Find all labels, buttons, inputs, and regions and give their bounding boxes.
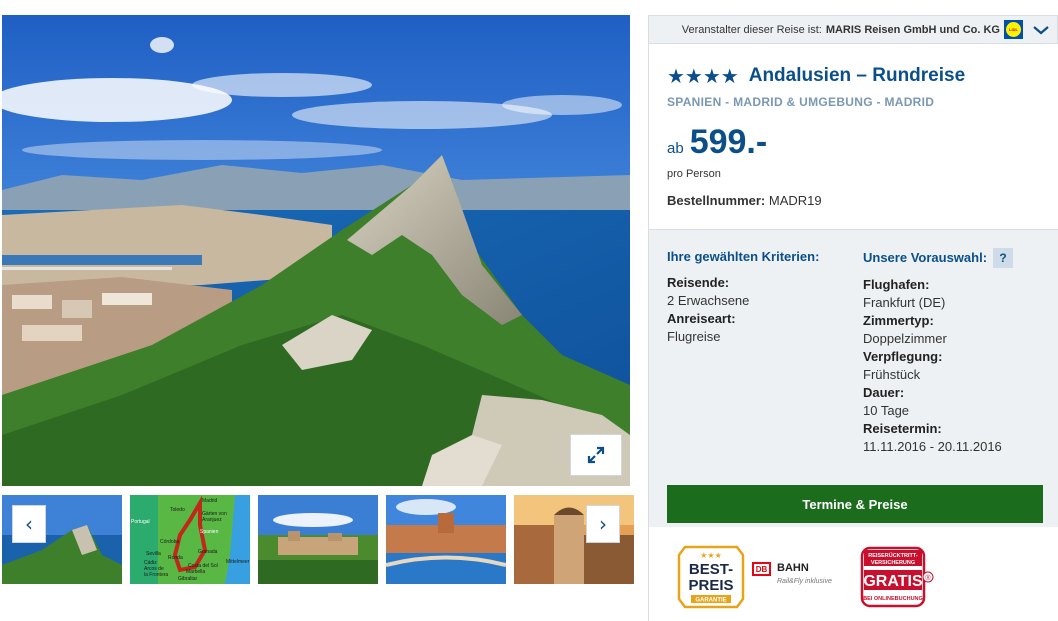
dates-prices-button[interactable]: Termine & Preise bbox=[667, 485, 1043, 523]
selected-criteria: Ihre gewählten Kriterien: Reisende: 2 Er… bbox=[667, 248, 819, 346]
chevron-down-icon[interactable] bbox=[1033, 25, 1049, 35]
chevron-right-icon: › bbox=[599, 512, 607, 536]
selected-criteria-title: Ihre gewählten Kriterien: bbox=[667, 249, 820, 264]
lidl-logo: LiDL bbox=[1004, 20, 1023, 39]
map-label: Córdoba bbox=[160, 539, 179, 545]
help-button[interactable]: ? bbox=[993, 248, 1014, 268]
trust-badges: ★★★ BEST- PREIS GARANTIE DB BAHN Rail&Fl… bbox=[649, 542, 1058, 612]
map-label: Mittelmeer bbox=[226, 559, 250, 565]
price-unit: pro Person bbox=[667, 168, 721, 180]
offer-panel: Veranstalter dieser Reise ist: MARIS Rei… bbox=[648, 15, 1058, 621]
preselection-label: Zimmertyp: bbox=[863, 313, 934, 328]
offer-location: SPANIEN - MADRID & UMGEBUNG - MADRID bbox=[667, 95, 935, 109]
expand-icon bbox=[587, 446, 605, 464]
svg-text:BEI ONLINEBUCHUNG: BEI ONLINEBUCHUNG bbox=[863, 596, 923, 602]
map-label: la Frontera bbox=[144, 572, 168, 578]
map-label: Ronda bbox=[168, 555, 183, 561]
chevron-left-icon: ‹ bbox=[25, 512, 33, 536]
thumbnail-route-map[interactable]: Madrid Toledo Gärten von Aranjuez Portug… bbox=[130, 495, 250, 584]
organizer-bar[interactable]: Veranstalter dieser Reise ist: MARIS Rei… bbox=[649, 15, 1058, 44]
criteria-box: Ihre gewählten Kriterien: Reisende: 2 Er… bbox=[649, 229, 1058, 527]
svg-text:GRATIS: GRATIS bbox=[863, 573, 923, 590]
best-price-badge: ★★★ BEST- PREIS GARANTIE bbox=[677, 545, 745, 609]
free-insurance-badge: REISERÜCKTRITT- VERSICHERUNG GRATIS BEI … bbox=[860, 546, 934, 608]
main-photo[interactable] bbox=[2, 15, 630, 486]
preselection-label: Reisetermin: bbox=[863, 421, 942, 436]
order-number-label: Bestellnummer: bbox=[667, 193, 766, 208]
order-number-value: MADR19 bbox=[768, 193, 822, 208]
map-label: Madrid bbox=[202, 498, 218, 504]
db-subtitle: Rail&Fly inklusive bbox=[777, 578, 832, 585]
map-label: Sevilla bbox=[146, 551, 161, 557]
map-label: Gibraltar bbox=[178, 576, 198, 582]
preselection-label: Verpflegung: bbox=[863, 349, 943, 364]
organizer-label: Veranstalter dieser Reise ist: bbox=[681, 23, 822, 36]
criteria-value: Flugreise bbox=[667, 329, 721, 344]
preselection: Unsere Vorauswahl: ? Flughafen: Frankfur… bbox=[863, 248, 1014, 456]
map-label: Marbella bbox=[186, 569, 205, 575]
thumbnail-strip: Madrid Toledo Gärten von Aranjuez Portug… bbox=[2, 495, 634, 584]
svg-text:GARANTIE: GARANTIE bbox=[695, 598, 726, 604]
organizer-name: MARIS Reisen GmbH und Co. KG bbox=[825, 23, 1000, 36]
criteria-value: 2 Erwachsene bbox=[667, 293, 750, 308]
preselection-value: Frankfurt (DE) bbox=[863, 295, 946, 310]
db-rail-fly-badge: DB BAHN Rail&Fly inklusive bbox=[752, 562, 832, 585]
db-name: BAHN bbox=[777, 562, 809, 574]
preselection-value: Doppelzimmer bbox=[863, 331, 947, 346]
order-number: Bestellnummer: MADR19 bbox=[667, 193, 1040, 208]
thumbnail-plaza-de-espana[interactable] bbox=[386, 495, 506, 584]
db-logo: DB bbox=[752, 562, 771, 576]
preselection-label: Flughafen: bbox=[863, 277, 930, 292]
preselection-value: 10 Tage bbox=[863, 403, 910, 418]
price: ab 599.- bbox=[667, 123, 1040, 162]
map-label: Granada bbox=[198, 549, 218, 555]
svg-text:★★★: ★★★ bbox=[700, 551, 722, 560]
map-label: Toledo bbox=[170, 507, 185, 513]
preselection-value: 11.11.2016 - 20.11.2016 bbox=[863, 439, 1002, 454]
offer-info: ★★★★ Andalusien – Rundreise SPANIEN - MA… bbox=[649, 64, 1058, 208]
star-rating: ★★★★ bbox=[667, 64, 739, 88]
preselection-title: Unsere Vorauswahl: ? bbox=[863, 248, 1014, 268]
map-label: Aranjuez bbox=[202, 517, 222, 523]
map-label: Spanien bbox=[200, 529, 219, 535]
price-value: 599.- bbox=[689, 123, 768, 161]
criteria-label: Anreiseart: bbox=[667, 311, 736, 326]
gallery-next-button[interactable]: › bbox=[586, 505, 620, 543]
svg-text:BEST-: BEST- bbox=[689, 561, 733, 578]
gibraltar-rock-photo bbox=[2, 15, 630, 486]
svg-text:®: ® bbox=[925, 574, 931, 582]
svg-text:VERSICHERUNG: VERSICHERUNG bbox=[871, 560, 915, 566]
offer-title: Andalusien – Rundreise bbox=[748, 65, 966, 86]
fullscreen-button[interactable] bbox=[570, 434, 622, 476]
criteria-label: Reisende: bbox=[667, 275, 730, 290]
thumbnail-alhambra[interactable] bbox=[258, 495, 378, 584]
svg-text:PREIS: PREIS bbox=[688, 577, 733, 594]
preselection-value: Frühstück bbox=[863, 367, 921, 382]
price-prefix: ab bbox=[667, 140, 684, 157]
gallery-prev-button[interactable]: ‹ bbox=[12, 505, 46, 543]
map-label: Portugal bbox=[131, 519, 150, 525]
svg-text:REISERÜCKTRITT-: REISERÜCKTRITT- bbox=[868, 552, 918, 559]
preselection-label: Dauer: bbox=[863, 385, 905, 400]
